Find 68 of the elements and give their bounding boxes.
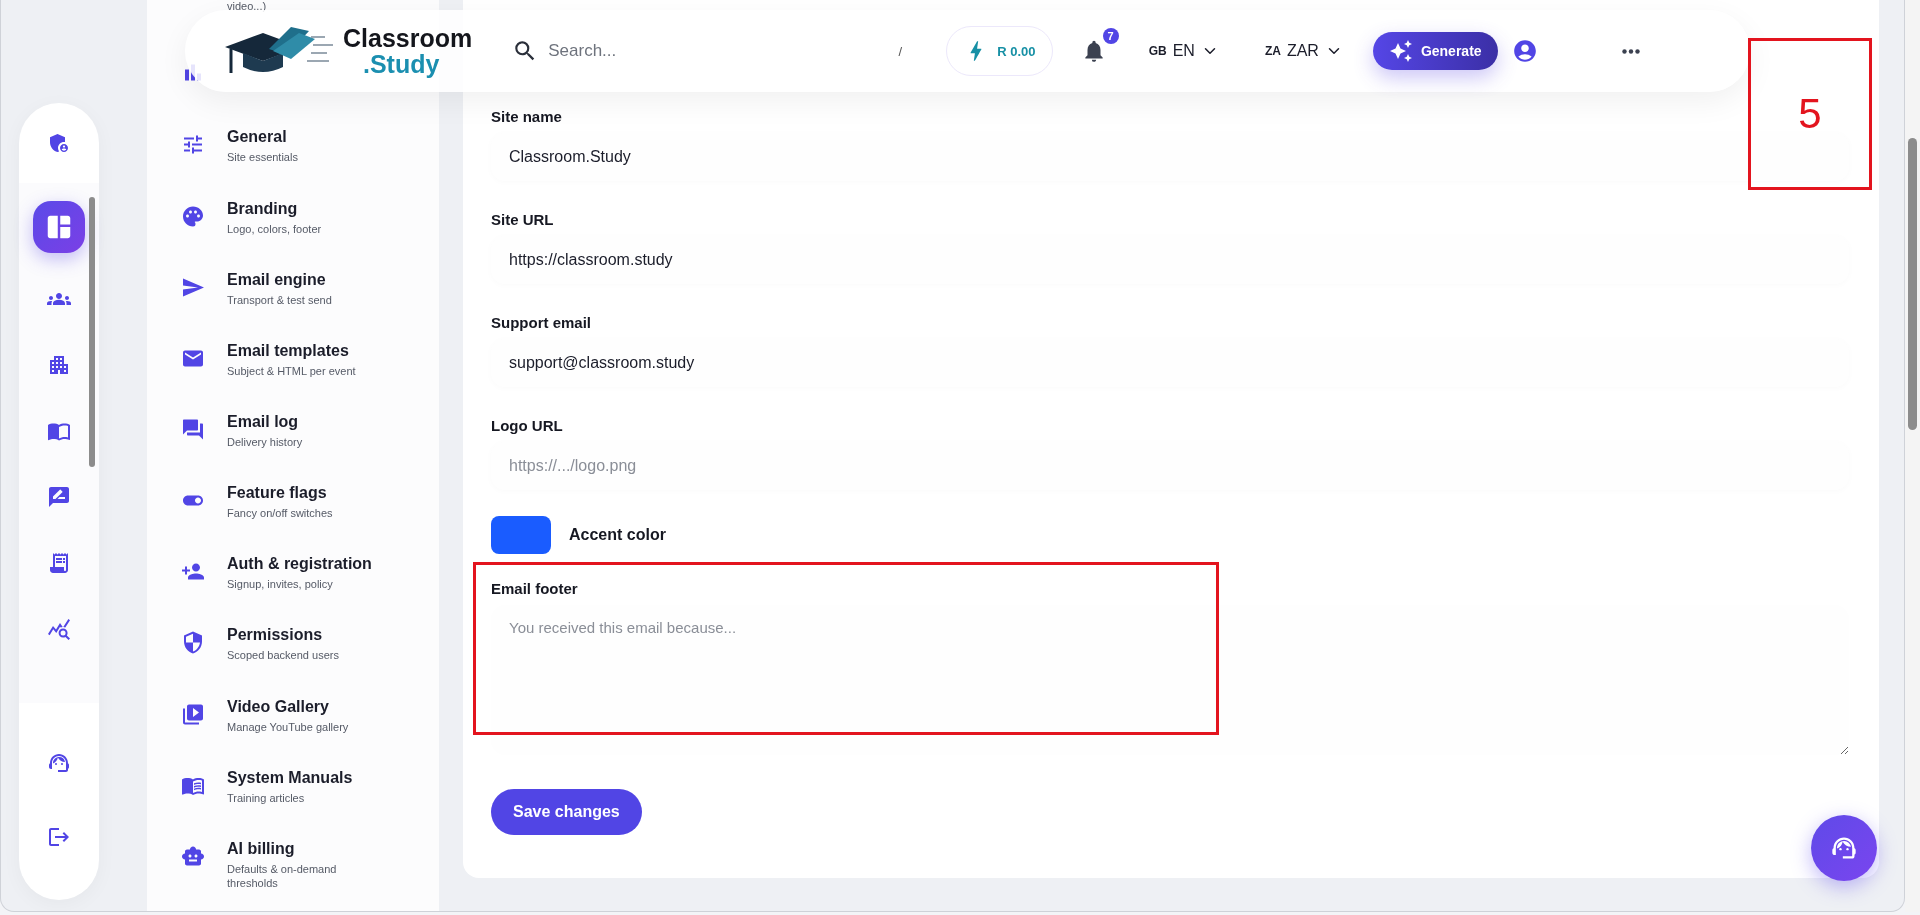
sidebar-item[interactable]: Video Gallery Manage YouTube gallery bbox=[181, 697, 439, 769]
language-select[interactable]: GB EN bbox=[1142, 41, 1225, 61]
item-subtitle: Signup, invites, policy bbox=[227, 577, 334, 592]
building-icon bbox=[47, 353, 71, 377]
shortcut-hint: / bbox=[898, 43, 903, 59]
wallet-button[interactable]: R 0.00 bbox=[946, 26, 1053, 76]
item-subtitle: Subject & HTML per event bbox=[227, 363, 357, 378]
scrollbar-thumb[interactable] bbox=[1908, 138, 1917, 430]
item-title: Video Gallery bbox=[227, 697, 330, 716]
item-title: Auth & registration bbox=[227, 555, 373, 574]
field-label: Accent color bbox=[569, 526, 666, 544]
item-subtitle: Logo, colors, footer bbox=[227, 221, 323, 236]
item-title: General bbox=[227, 128, 288, 147]
item-subtitle: Transport & test send bbox=[227, 292, 333, 307]
chat-icon bbox=[181, 417, 205, 442]
sidebar-item[interactable]: Email log Delivery history bbox=[181, 413, 439, 485]
item-subtitle: Defaults & on-demand thresholds bbox=[227, 861, 338, 890]
generate-button[interactable]: Generate bbox=[1372, 32, 1498, 70]
account-button[interactable] bbox=[1511, 38, 1538, 64]
annotation-number: 5 bbox=[1748, 38, 1872, 190]
headset-icon bbox=[47, 751, 71, 775]
sidebar-item[interactable]: Permissions Scoped backend users bbox=[181, 626, 439, 698]
logo-text: Classroom .Study bbox=[343, 25, 473, 77]
shield-person-icon bbox=[47, 131, 71, 155]
rail-button[interactable] bbox=[33, 201, 85, 253]
sidebar-item[interactable]: System Manuals Training articles bbox=[181, 768, 439, 840]
shield-icon bbox=[181, 630, 205, 656]
sidebar-item[interactable]: Email engine Transport & test send bbox=[181, 270, 439, 342]
item-title: Email engine bbox=[227, 270, 327, 289]
field-label: Site name bbox=[491, 108, 562, 125]
color-swatch[interactable] bbox=[491, 516, 551, 554]
item-title: System Manuals bbox=[227, 768, 354, 787]
item-subtitle: Site essentials bbox=[227, 150, 299, 165]
field-label: Site URL bbox=[491, 211, 554, 228]
more-button[interactable] bbox=[1622, 48, 1640, 54]
chart-search-icon bbox=[47, 617, 71, 641]
sparkles-icon bbox=[1388, 39, 1413, 63]
sidebar-item[interactable]: Branding Logo, colors, footer bbox=[181, 199, 439, 271]
more-icon bbox=[1622, 48, 1640, 54]
item-subtitle: Manage YouTube gallery bbox=[227, 719, 350, 734]
item-subtitle: Training articles bbox=[227, 790, 306, 805]
item-title: Branding bbox=[227, 199, 299, 218]
scrollbar-thumb[interactable] bbox=[89, 197, 95, 467]
item-title: Email log bbox=[227, 413, 300, 431]
sidebar-item[interactable]: General Site essentials bbox=[181, 128, 439, 200]
item-title: Permissions bbox=[227, 626, 324, 645]
item-subtitle: Fancy on/off switches bbox=[227, 506, 334, 521]
sidebar-item[interactable]: Auth & registration Signup, invites, policy bbox=[181, 555, 439, 627]
item-subtitle: video...) bbox=[227, 0, 268, 12]
sidebar-item[interactable]: Email templates Subject & HTML per event bbox=[181, 341, 439, 413]
save-button[interactable]: Save changes bbox=[491, 789, 642, 835]
item-title: Feature flags bbox=[227, 484, 328, 503]
item-subtitle: Scoped backend users bbox=[227, 648, 340, 663]
pen-message-icon bbox=[47, 485, 71, 509]
receipt-icon bbox=[47, 551, 71, 575]
item-title: AI billing bbox=[227, 839, 296, 858]
item-subtitle: Delivery history bbox=[227, 435, 304, 449]
field-label: Email footer bbox=[491, 580, 579, 597]
currency-select[interactable]: ZA ZAR bbox=[1258, 41, 1349, 61]
notification-count: 7 bbox=[1102, 28, 1119, 44]
sidebar-item[interactable]: AI billing Defaults & on-demand thresholds bbox=[181, 839, 439, 911]
item-title: Email templates bbox=[227, 341, 350, 360]
field-label: Logo URL bbox=[491, 417, 563, 434]
field-label: Support email bbox=[491, 314, 591, 331]
logout-icon bbox=[47, 825, 71, 849]
user-icon bbox=[1511, 38, 1538, 64]
sidebar-item[interactable]: Feature flags Fancy on/off switches bbox=[181, 484, 439, 556]
search-field[interactable]: Search... bbox=[546, 40, 891, 62]
